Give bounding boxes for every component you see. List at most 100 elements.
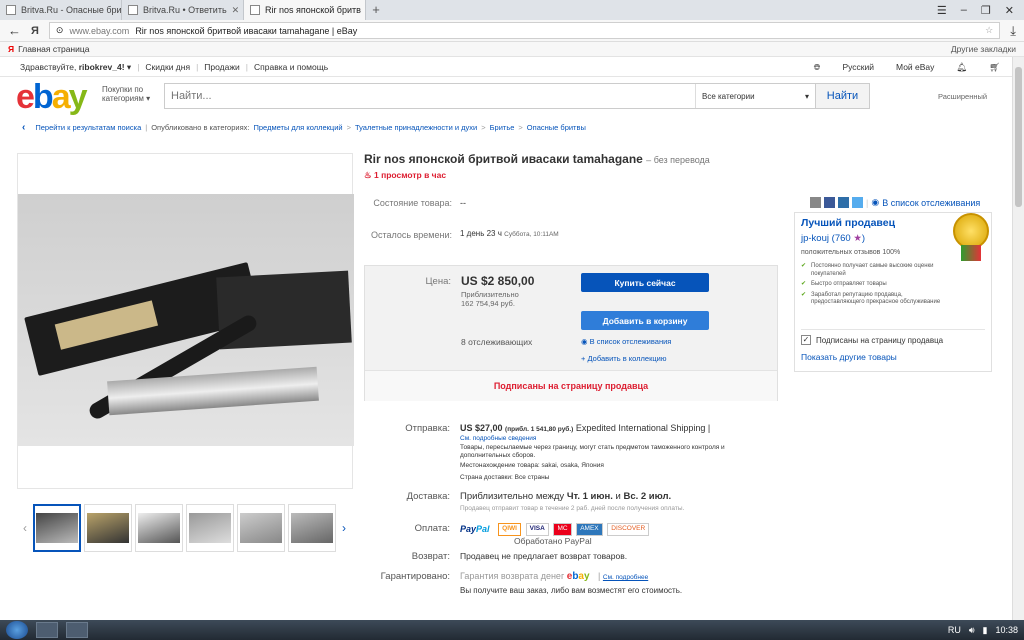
breadcrumb-item[interactable]: Туалетные принадлежности и духи [355, 123, 477, 132]
advanced-search-link[interactable]: Расширенный [938, 92, 987, 101]
back-arrow-icon[interactable]: ← [8, 23, 21, 38]
bell-icon[interactable]: 🔔︎ [956, 62, 967, 73]
search-input[interactable] [165, 84, 695, 108]
breadcrumb-item[interactable]: Бритье [490, 123, 515, 132]
clock[interactable]: 10:38 [995, 625, 1018, 635]
thumbnail[interactable] [84, 504, 132, 552]
ebay-logo[interactable]: ebay [16, 79, 88, 115]
breadcrumb: ‹ Перейти к результатам поиска | Опублик… [22, 121, 586, 133]
cart-icon[interactable]: 🛒︎ [989, 62, 1000, 73]
product-photo[interactable] [18, 194, 354, 446]
watchlist-link[interactable]: В список отслеживания [882, 198, 980, 208]
guarantee-line: Гарантия возврата денег ebay | См. подро… [460, 571, 649, 582]
returns-value: Продавец не предлагает возврат товаров. [460, 551, 628, 561]
breadcrumb-item[interactable]: Предметы для коллекций [254, 123, 343, 132]
thumbnail[interactable] [288, 504, 336, 552]
new-tab-button[interactable]: + [366, 0, 386, 20]
email-icon[interactable] [810, 197, 821, 208]
bookmark-other[interactable]: Другие закладки [951, 44, 1016, 54]
start-button-icon[interactable] [6, 621, 28, 639]
back-to-results-link[interactable]: Перейти к результатам поиска [35, 123, 141, 132]
url-title: Rir nos японской бритвой ивасаки tamahag… [135, 25, 358, 36]
shop-by-category[interactable]: Покупки по категориям ▾ [102, 85, 162, 103]
close-tab-icon[interactable]: ✕ [232, 5, 240, 16]
category-select[interactable]: Все категории ▾ [695, 84, 815, 108]
yandex-icon[interactable]: Я [31, 25, 39, 37]
main-image-panel[interactable] [17, 153, 354, 489]
close-window-icon[interactable]: ✕ [1005, 4, 1014, 17]
tab-label: Britva.Ru - Опасные бритвы [21, 5, 122, 15]
divider [801, 329, 985, 330]
thumbnail[interactable] [237, 504, 285, 552]
shipping-details-link[interactable]: См. подробные сведения [460, 435, 536, 442]
taskbar-app-icon[interactable] [36, 622, 58, 638]
daily-deals-link[interactable]: Скидки дня [145, 62, 190, 72]
visa-logo: VISA [525, 523, 549, 536]
scrollbar-thumb[interactable] [1015, 67, 1022, 207]
other-items-link[interactable]: Показать другие товары [801, 352, 897, 362]
language-indicator[interactable]: RU [948, 625, 961, 635]
my-ebay-link[interactable]: Мой eBay [896, 62, 934, 72]
item-location: Местонахождение товара: sakai, osaka, Яп… [460, 462, 604, 469]
eye-icon: ◉ [581, 337, 588, 346]
facebook-icon[interactable] [824, 197, 835, 208]
add-to-cart-button[interactable]: Добавить в корзину [581, 311, 709, 330]
buy-now-button[interactable]: Купить сейчас [581, 273, 709, 292]
menu-icon[interactable]: ☰ [937, 4, 947, 17]
time-left: 1 день 23 ч Суббота, 10:11AM [460, 229, 559, 238]
globe-icon: 🌐︎ [813, 61, 821, 72]
next-thumb-icon[interactable]: › [339, 521, 349, 535]
top-seller-medal-icon [953, 213, 989, 249]
thumbnail-strip: ‹ › [20, 503, 350, 553]
language-link[interactable]: Русский [842, 62, 874, 72]
item-title-text: Rir nos японской бритвой ивасаки tamahag… [364, 152, 643, 166]
seller-name[interactable]: jp-kouj (760 ★) [801, 233, 865, 244]
thumbnail[interactable] [33, 504, 81, 552]
browser-tab[interactable]: Britva.Ru • Ответить ✕ [122, 0, 244, 20]
delivery-note: Продавец отправит товар в течение 2 раб.… [460, 505, 685, 512]
maximize-icon[interactable]: ❐ [981, 4, 991, 17]
volume-icon[interactable]: 🔊︎ [969, 625, 975, 636]
add-to-collection-link[interactable]: + Добавить в коллекцию [581, 354, 666, 363]
tab-label: Rir nos японской бритв [265, 5, 361, 15]
add-to-watchlist-link[interactable]: ◉ В список отслеживания [581, 337, 671, 346]
paypal-logo-b: Pal [476, 524, 490, 535]
favicon-icon [6, 5, 16, 15]
minimize-icon[interactable]: – [961, 4, 967, 16]
vk-icon[interactable] [838, 197, 849, 208]
share-row: | ◉ В список отслеживания [810, 197, 980, 208]
taskbar-app-icon[interactable] [66, 622, 88, 638]
browser-tab-active[interactable]: Rir nos японской бритв✕ [244, 0, 366, 20]
thumbnail[interactable] [186, 504, 234, 552]
help-link[interactable]: Справка и помощь [254, 62, 328, 72]
sell-link[interactable]: Продажи [204, 62, 240, 72]
search-button[interactable]: Найти [815, 84, 869, 108]
follow-seller-row[interactable]: ✓ Подписаны на страницу продавца [801, 335, 943, 345]
vertical-scrollbar[interactable] [1012, 57, 1024, 620]
guarantee-label: Гарантировано: [380, 571, 450, 582]
guarantee-link[interactable]: См. подробнее [603, 574, 648, 581]
thumbnail[interactable] [135, 504, 183, 552]
address-bar-row: ← Я ⊙ www.ebay.com Rir nos японской брит… [0, 20, 1024, 42]
seller-point: Быстро отправляет товары [801, 281, 941, 289]
bookmark-home[interactable]: Главная страница [18, 44, 89, 54]
browser-tab[interactable]: Britva.Ru - Опасные бритвы✕ [0, 0, 122, 20]
breadcrumb-item[interactable]: Опасные бритвы [527, 123, 586, 132]
time-left-value: 1 день 23 ч [460, 229, 502, 238]
star-icon[interactable]: ☆ [985, 25, 993, 36]
time-left-label: Осталось времени: [370, 230, 452, 240]
download-icon[interactable]: ⤓ [1010, 23, 1016, 39]
back-chevron-icon[interactable]: ‹ [22, 122, 25, 133]
twitter-icon[interactable] [852, 197, 863, 208]
follow-seller-bar[interactable]: Подписаны на страницу продавца [365, 370, 777, 401]
views-text: 1 просмотр в час [374, 170, 447, 180]
shop-by-category-label: Покупки по категориям [102, 85, 144, 103]
checkbox-checked-icon[interactable]: ✓ [801, 335, 811, 345]
url-field[interactable]: ⊙ www.ebay.com Rir nos японской бритвой … [48, 22, 1001, 39]
item-title: Rir nos японской бритвой ивасаки tamahag… [364, 152, 710, 166]
prev-thumb-icon[interactable]: ‹ [20, 521, 30, 535]
payment-logos: PayPal QIWI VISA MC AMEX DISCOVER [460, 523, 651, 536]
username-link[interactable]: ribokrev_4! [79, 62, 125, 72]
network-icon[interactable]: ▮ [983, 625, 988, 636]
razor-blade [107, 366, 319, 416]
